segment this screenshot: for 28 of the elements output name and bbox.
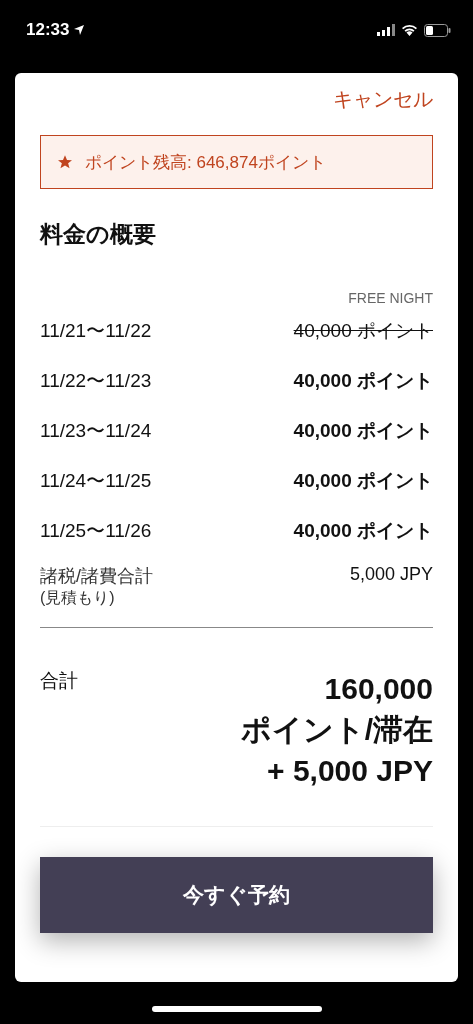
- summary-title: 料金の概要: [40, 220, 157, 249]
- night-dates: 11/23〜11/24: [40, 419, 152, 443]
- night-dates: 11/21〜11/22: [40, 319, 152, 343]
- total-label: 合計: [40, 669, 78, 693]
- taxes-value: 5,000 JPY: [349, 564, 433, 586]
- night-dates: 11/24〜11/25: [40, 469, 152, 493]
- cancel-link[interactable]: キャンセル: [333, 86, 433, 113]
- battery-icon: [424, 23, 451, 37]
- taxes-label: 諸税/諸費合計: [40, 565, 153, 588]
- book-now-button[interactable]: 今すぐ予約: [40, 857, 433, 933]
- wifi-icon: [401, 24, 418, 36]
- night-dates: 11/25〜11/26: [40, 519, 152, 543]
- estimate-note: (見積もり): [40, 588, 116, 608]
- night-price: 40,000 ポイント: [293, 319, 433, 343]
- clock-time: 12:33: [26, 20, 70, 40]
- total-value: 160,000: [324, 671, 433, 707]
- column-label: FREE NIGHT: [348, 290, 433, 306]
- total-value: ポイント/滞在: [240, 712, 433, 748]
- night-price: 40,000 ポイント: [293, 519, 433, 543]
- night-price: 40,000 ポイント: [293, 369, 433, 393]
- night-dates: 11/22〜11/23: [40, 369, 152, 393]
- points-balance: ポイント残高: 646,874ポイント: [85, 151, 326, 174]
- total-value: + 5,000 JPY: [267, 753, 433, 789]
- location-arrow-icon: [73, 24, 86, 36]
- night-price: 40,000 ポイント: [293, 419, 433, 443]
- signal-icon: [377, 24, 395, 36]
- night-price: 40,000 ポイント: [293, 469, 433, 493]
- star-icon: [57, 154, 73, 170]
